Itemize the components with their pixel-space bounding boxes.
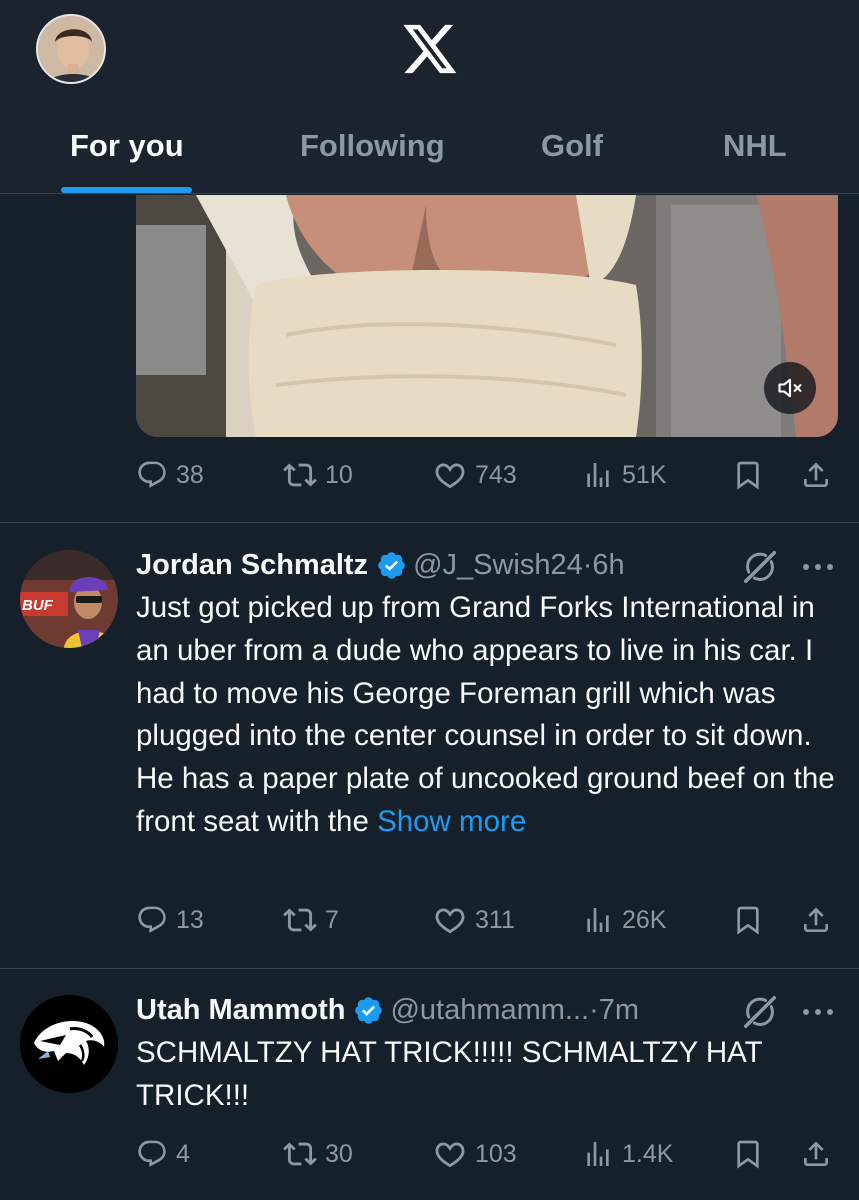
views-button[interactable]: 1.4K [582,1134,673,1174]
repost-icon [283,458,317,492]
tweet-header: Jordan Schmaltz @J_Swish24 · 6h [136,547,625,583]
views-count: 26K [622,905,667,934]
tab-nhl[interactable]: NHL [723,128,787,164]
repost-icon [283,903,317,937]
mute-toggle-button[interactable] [764,362,816,414]
tweet-text: Just got picked up from Grand Forks Inte… [136,591,835,838]
tweet-video-media[interactable] [136,195,838,437]
speaker-muted-icon [778,378,802,398]
tweet-divider [0,968,859,969]
tweet-header: Utah Mammoth @utahmamm... · 7m [136,992,639,1028]
repost-button[interactable]: 30 [283,1134,353,1174]
reply-button[interactable]: 38 [136,455,204,495]
bookmark-button[interactable] [732,455,764,495]
tweet-body: SCHMALTZY HAT TRICK!!!!! SCHMALTZY HAT T… [136,1032,836,1118]
verified-badge-icon [376,550,407,581]
reply-button[interactable]: 13 [136,900,204,940]
grok-icon[interactable] [742,549,778,585]
views-button[interactable]: 26K [582,900,666,940]
verified-badge-icon [353,995,384,1026]
reply-icon [136,1138,168,1170]
heart-icon [433,903,467,937]
share-button[interactable] [800,900,832,940]
repost-count: 7 [325,905,339,934]
tweet-time[interactable]: 7m [599,994,639,1027]
grok-icon[interactable] [742,994,778,1030]
heart-icon [433,458,467,492]
show-more-link[interactable]: Show more [377,805,526,838]
reply-count: 38 [176,460,204,489]
views-icon [582,1138,614,1170]
avatar-jordan-schmaltz[interactable]: BUF [20,550,118,648]
video-frame [136,195,838,437]
reply-count: 13 [176,905,204,934]
views-count: 51K [622,460,667,489]
mammoth-logo-icon [20,995,118,1093]
repost-button[interactable]: 10 [283,455,353,495]
views-count: 1.4K [622,1139,674,1168]
heart-icon [433,1137,467,1171]
bookmark-icon [732,1138,764,1170]
tab-golf[interactable]: Golf [541,128,603,164]
bookmark-button[interactable] [732,1134,764,1174]
profile-avatar[interactable] [36,14,106,84]
reply-icon [136,459,168,491]
tweet-actions: 4 30 103 1.4K [136,1134,836,1174]
tweet-body: Just got picked up from Grand Forks Inte… [136,587,836,844]
more-options-icon[interactable] [798,1002,838,1022]
bookmark-icon [732,459,764,491]
views-button[interactable]: 51K [582,455,666,495]
tweet-actions: 13 7 311 26K [136,900,836,940]
reply-count: 4 [176,1139,190,1168]
tweet-actions: 38 10 743 51K [136,455,836,495]
tweet-divider [0,522,859,523]
tab-following[interactable]: Following [300,128,445,164]
like-count: 743 [475,460,517,489]
tweet-time[interactable]: 6h [592,549,624,582]
timeline-tabs: For you Following Golf NHL [0,118,859,194]
share-icon [800,459,832,491]
reply-icon [136,904,168,936]
share-icon [800,904,832,936]
repost-button[interactable]: 7 [283,900,339,940]
like-count: 311 [475,905,515,934]
like-button[interactable]: 743 [433,455,517,495]
repost-count: 30 [325,1139,353,1168]
reply-button[interactable]: 4 [136,1134,190,1174]
views-icon [582,459,614,491]
svg-text:BUF: BUF [22,597,54,614]
avatar-utah-mammoth[interactable] [20,995,118,1093]
author-name[interactable]: Utah Mammoth [136,994,345,1027]
repost-icon [283,1137,317,1171]
bookmark-button[interactable] [732,900,764,940]
tweet-text: SCHMALTZY HAT TRICK!!!!! SCHMALTZY HAT T… [136,1036,763,1112]
top-header: For you Following Golf NHL [0,0,859,194]
bookmark-icon [732,904,764,936]
repost-count: 10 [325,460,353,489]
share-icon [800,1138,832,1170]
share-button[interactable] [800,1134,832,1174]
meta-separator: · [582,548,593,581]
share-button[interactable] [800,455,832,495]
more-options-icon[interactable] [798,557,838,577]
avatar-photo: BUF [20,550,118,648]
tab-for-you[interactable]: For you [70,128,184,164]
author-handle[interactable]: @utahmamm... [390,994,589,1027]
profile-photo [38,16,104,82]
views-icon [582,904,614,936]
x-logo-icon[interactable] [401,22,459,76]
author-handle[interactable]: @J_Swish24 [413,549,583,582]
like-count: 103 [475,1139,517,1168]
like-button[interactable]: 311 [433,900,515,940]
author-name[interactable]: Jordan Schmaltz [136,549,368,582]
meta-separator: · [589,993,599,1026]
active-tab-indicator [61,187,192,193]
like-button[interactable]: 103 [433,1134,517,1174]
